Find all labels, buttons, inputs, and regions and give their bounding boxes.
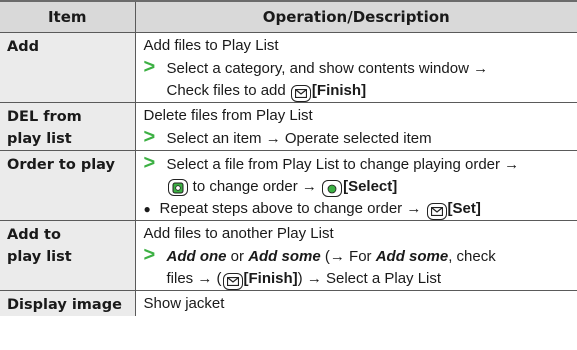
step-text: Check files to add xyxy=(166,81,290,99)
key-label: [Finish] xyxy=(311,81,367,99)
item-add: Add xyxy=(0,32,136,103)
bullet-icon: ● xyxy=(143,201,151,216)
bullet-line: ● Repeat steps above to change order → [S… xyxy=(144,198,577,220)
item-del: DEL from play list xyxy=(0,102,136,151)
desc-line: Add files to another Play List xyxy=(143,224,334,242)
step-line: > Select an item → Operate selected item xyxy=(144,127,577,150)
mail-key-icon xyxy=(222,272,243,290)
step-line: > Add one or Add some (→ For Add some, ch… xyxy=(144,245,577,268)
desc-line: Delete files from Play List xyxy=(143,106,313,124)
step-text: Repeat steps above to change order → xyxy=(159,199,426,217)
table-row-display: Display image Show jacket xyxy=(0,290,577,316)
item-label: play list xyxy=(7,248,72,265)
desc-del: Delete files from Play List > Select an i… xyxy=(135,102,577,151)
desc-add: Add files to Play List > Select a categor… xyxy=(135,32,577,103)
item-label: play list xyxy=(7,130,72,147)
center-key-icon xyxy=(322,180,343,197)
option-text: Add some xyxy=(375,247,449,265)
key-label: [Select] xyxy=(343,177,398,195)
item-label: Order to play xyxy=(7,156,115,173)
step-text: Select a file from Play List to change p… xyxy=(166,155,520,173)
option-text: Add one xyxy=(166,247,227,265)
step-text: , check xyxy=(448,247,496,265)
item-label: Display image xyxy=(7,296,122,313)
step-text: files → ( xyxy=(166,269,222,287)
item-add-to: Add to play list xyxy=(0,220,136,291)
step-text: Select an item → Operate selected item xyxy=(166,129,432,147)
item-order: Order to play xyxy=(0,150,136,221)
step-text: to change order → xyxy=(188,177,322,195)
green-arrow-icon: > xyxy=(143,125,156,148)
dpad-key-icon xyxy=(167,179,188,196)
step-text: (→ For xyxy=(320,247,376,265)
step-line: > Select a category, and show contents wi… xyxy=(144,57,577,80)
desc-display: Show jacket xyxy=(135,290,577,316)
key-label: [Finish] xyxy=(243,269,298,287)
item-label: Add xyxy=(7,38,39,55)
desc-line: Add files to Play List xyxy=(143,36,279,54)
step-line: files → ( [Finish]) → Select a Play List xyxy=(144,268,577,290)
step-text: ) → Select a Play List xyxy=(297,269,442,287)
step-text: Select a category, and show contents win… xyxy=(166,59,489,77)
table-row-add-to: Add to play list Add files to another Pl… xyxy=(0,220,577,291)
option-text: Add some xyxy=(248,247,321,265)
mail-key-icon xyxy=(426,202,447,220)
step-line: Check files to add [Finish] xyxy=(144,80,577,102)
key-label: [Set] xyxy=(447,199,481,217)
green-arrow-icon: > xyxy=(143,55,156,78)
step-line: to change order → [Select] xyxy=(144,176,577,198)
step-line: > Select a file from Play List to change … xyxy=(144,153,577,176)
header-item: Item xyxy=(0,0,136,33)
item-label: Add to xyxy=(7,226,61,243)
table-row-add: Add Add files to Play List > Select a cat… xyxy=(0,32,577,103)
item-display: Display image xyxy=(0,290,136,316)
green-arrow-icon: > xyxy=(143,151,156,174)
desc-order: > Select a file from Play List to change … xyxy=(135,150,577,221)
table-row-del: DEL from play list Delete files from Pla… xyxy=(0,102,577,151)
desc-line: Show jacket xyxy=(143,294,225,312)
table-header-row: Item Operation/Description xyxy=(0,0,577,33)
mail-key-icon xyxy=(290,84,311,102)
green-arrow-icon: > xyxy=(143,243,156,266)
header-operation: Operation/Description xyxy=(135,0,577,33)
step-text: or xyxy=(226,247,249,265)
operations-table: Item Operation/Description Add Add files… xyxy=(0,0,577,316)
table-row-order: Order to play > Select a file from Play L… xyxy=(0,150,577,221)
item-label: DEL from xyxy=(7,108,82,125)
desc-add-to: Add files to another Play List > Add one … xyxy=(135,220,577,291)
